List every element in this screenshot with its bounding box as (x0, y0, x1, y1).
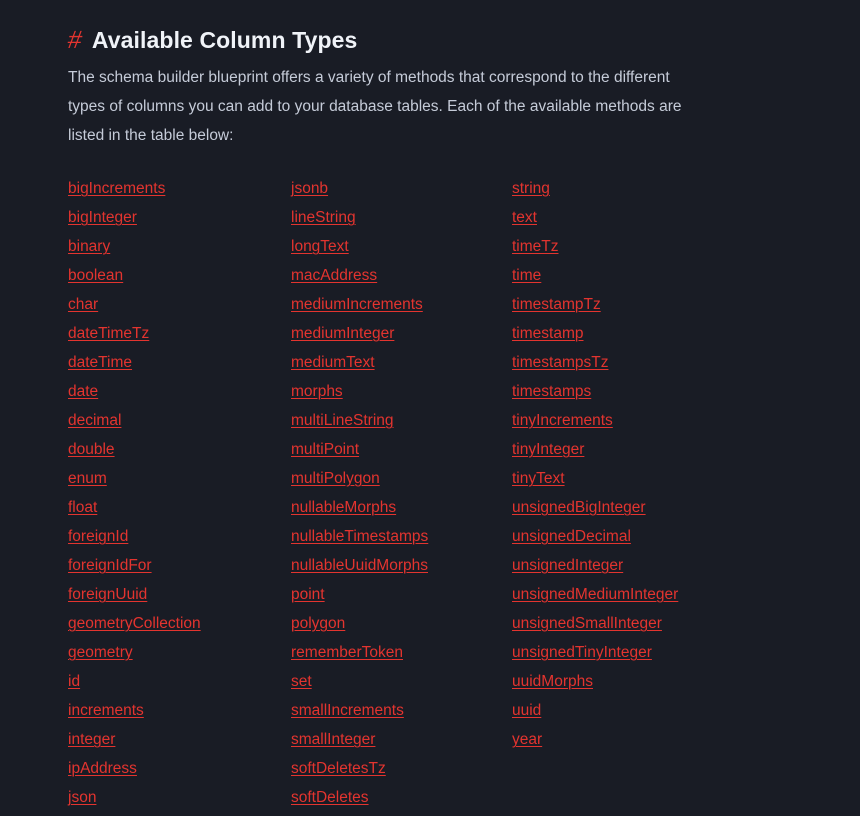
column-types-column-1: bigIncrements bigInteger binary boolean char… (68, 174, 291, 812)
column-type-link[interactable]: macAddress (291, 261, 377, 290)
column-type-link[interactable]: double (68, 435, 115, 464)
column-type-link[interactable]: timestamps (512, 377, 591, 406)
column-type-link[interactable]: multiPoint (291, 435, 359, 464)
column-type-link[interactable]: dateTimeTz (68, 319, 149, 348)
column-type-link[interactable]: morphs (291, 377, 343, 406)
column-type-link[interactable]: string (512, 174, 550, 203)
column-type-link[interactable]: mediumInteger (291, 319, 394, 348)
column-type-link[interactable]: char (68, 290, 98, 319)
column-type-link[interactable]: geometry (68, 638, 133, 667)
column-types-column-2: jsonb lineString longText macAddress mediumI… (291, 174, 512, 812)
column-type-link[interactable]: uuidMorphs (512, 667, 593, 696)
column-type-link[interactable]: timeTz (512, 232, 559, 261)
intro-paragraph: The schema builder blueprint offers a va… (68, 69, 682, 144)
column-type-link[interactable]: jsonb (291, 174, 328, 203)
column-type-link[interactable]: unsignedSmallInteger (512, 609, 662, 638)
column-type-link[interactable]: float (68, 493, 97, 522)
column-type-link[interactable]: id (68, 667, 80, 696)
column-type-link[interactable]: multiLineString (291, 406, 394, 435)
column-types-list: bigIncrements bigInteger binary boolean char… (68, 150, 828, 812)
column-type-link[interactable]: unsignedTinyInteger (512, 638, 652, 667)
column-type-link[interactable]: nullableMorphs (291, 493, 396, 522)
column-type-link[interactable]: smallIncrements (291, 696, 404, 725)
column-type-link[interactable]: polygon (291, 609, 345, 638)
column-types-column-3: string text timeTz time timestampTz timestamp… (512, 174, 742, 812)
column-type-link[interactable]: nullableTimestamps (291, 522, 428, 551)
section-heading: # Available Column Types (66, 0, 828, 54)
column-type-link[interactable]: point (291, 580, 325, 609)
column-type-link[interactable]: mediumIncrements (291, 290, 423, 319)
column-type-link[interactable]: text (512, 203, 537, 232)
column-type-link[interactable]: json (68, 783, 96, 812)
column-type-link[interactable]: decimal (68, 406, 121, 435)
column-type-link[interactable]: unsignedDecimal (512, 522, 631, 551)
column-type-link[interactable]: timestampsTz (512, 348, 608, 377)
column-type-link[interactable]: longText (291, 232, 349, 261)
column-type-link[interactable]: year (512, 725, 542, 754)
column-type-link[interactable]: bigInteger (68, 203, 137, 232)
column-type-link[interactable]: enum (68, 464, 107, 493)
column-type-link[interactable]: unsignedBigInteger (512, 493, 646, 522)
column-type-link[interactable]: boolean (68, 261, 123, 290)
column-type-link[interactable]: softDeletes (291, 783, 369, 812)
column-type-link[interactable]: geometryCollection (68, 609, 201, 638)
column-type-link[interactable]: time (512, 261, 541, 290)
column-type-link[interactable]: tinyInteger (512, 435, 584, 464)
column-type-link[interactable]: bigIncrements (68, 174, 165, 203)
column-type-link[interactable]: ipAddress (68, 754, 137, 783)
column-type-link[interactable]: tinyIncrements (512, 406, 613, 435)
content-container: # Available Column Types The schema buil… (66, 0, 828, 812)
column-type-link[interactable]: foreignIdFor (68, 551, 152, 580)
page-title: Available Column Types (91, 27, 358, 54)
column-type-link[interactable]: unsignedInteger (512, 551, 623, 580)
column-type-link[interactable]: timestampTz (512, 290, 601, 319)
column-type-link[interactable]: softDeletesTz (291, 754, 386, 783)
documentation-page: # Available Column Types The schema buil… (0, 0, 860, 816)
column-type-link[interactable]: date (68, 377, 98, 406)
anchor-hash-icon[interactable]: # (66, 26, 84, 54)
column-type-link[interactable]: rememberToken (291, 638, 403, 667)
column-type-link[interactable]: multiPolygon (291, 464, 380, 493)
column-type-link[interactable]: foreignId (68, 522, 128, 551)
column-type-link[interactable]: unsignedMediumInteger (512, 580, 678, 609)
column-type-link[interactable]: tinyText (512, 464, 565, 493)
column-type-link[interactable]: nullableUuidMorphs (291, 551, 428, 580)
column-type-link[interactable]: lineString (291, 203, 356, 232)
column-type-link[interactable]: timestamp (512, 319, 584, 348)
column-type-link[interactable]: uuid (512, 696, 541, 725)
column-type-link[interactable]: increments (68, 696, 144, 725)
column-type-link[interactable]: smallInteger (291, 725, 375, 754)
column-type-link[interactable]: set (291, 667, 312, 696)
column-type-link[interactable]: integer (68, 725, 115, 754)
column-type-link[interactable]: foreignUuid (68, 580, 147, 609)
column-type-link[interactable]: mediumText (291, 348, 375, 377)
column-type-link[interactable]: binary (68, 232, 110, 261)
column-type-link[interactable]: dateTime (68, 348, 132, 377)
